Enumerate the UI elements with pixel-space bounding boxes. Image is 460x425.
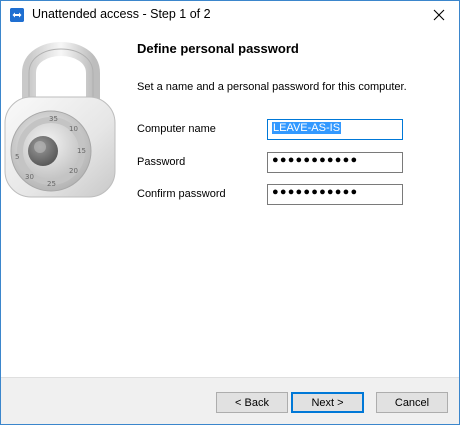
computer-name-field[interactable]: LEAVE-AS-IS (267, 119, 403, 140)
page-description: Set a name and a personal password for t… (137, 81, 407, 93)
svg-text:10: 10 (69, 125, 78, 133)
title-bar[interactable]: Unattended access - Step 1 of 2 (1, 1, 459, 29)
window-title: Unattended access - Step 1 of 2 (32, 7, 211, 21)
cancel-button[interactable]: Cancel (376, 392, 448, 413)
confirm-password-field[interactable]: ●●●●●●●●●●● (267, 184, 403, 205)
computer-name-label: Computer name (137, 123, 216, 135)
close-button[interactable] (419, 1, 459, 29)
computer-name-value: LEAVE-AS-IS (272, 122, 342, 134)
svg-text:20: 20 (69, 167, 78, 175)
wizard-window: Unattended access - Step 1 of 2 35 10 15… (0, 0, 460, 425)
padlock-icon: 35 10 15 20 25 30 5 (1, 31, 119, 201)
button-bar: < Back Next > Cancel (1, 377, 459, 424)
next-button[interactable]: Next > (291, 392, 364, 413)
svg-text:30: 30 (25, 173, 34, 181)
svg-text:25: 25 (47, 180, 56, 188)
svg-text:15: 15 (77, 147, 86, 155)
back-button[interactable]: < Back (216, 392, 288, 413)
teamviewer-icon (10, 8, 24, 22)
svg-text:35: 35 (49, 115, 58, 123)
page-heading: Define personal password (137, 41, 299, 56)
confirm-password-label: Confirm password (137, 188, 226, 200)
svg-text:5: 5 (15, 153, 19, 161)
close-icon (433, 9, 445, 21)
password-label: Password (137, 156, 186, 168)
confirm-password-value: ●●●●●●●●●●● (272, 186, 359, 198)
password-field[interactable]: ●●●●●●●●●●● (267, 152, 403, 173)
password-value: ●●●●●●●●●●● (272, 154, 359, 166)
